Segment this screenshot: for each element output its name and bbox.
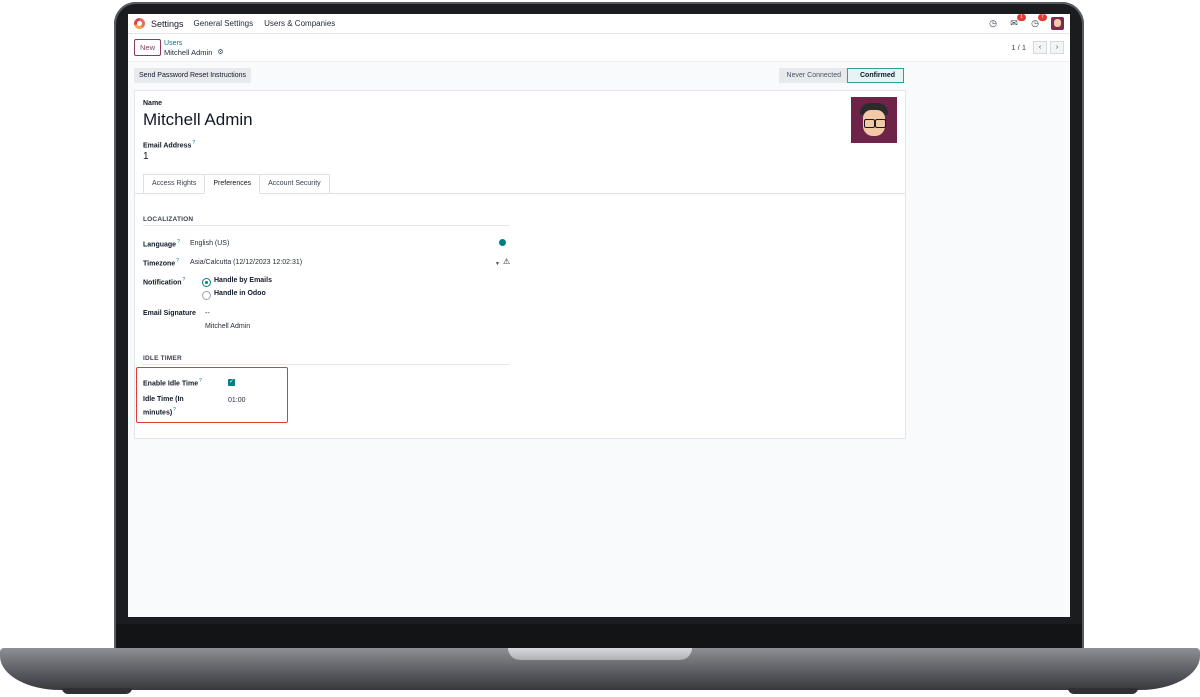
notification-label-text: Notification	[143, 279, 182, 287]
help-icon[interactable]: ?	[173, 407, 176, 413]
tab-account-security[interactable]: Account Security	[259, 174, 330, 193]
email-label: Email Address?	[143, 140, 195, 149]
language-label-text: Language	[143, 241, 177, 249]
email-signature-label: Email Signature	[143, 310, 196, 317]
clock-icon[interactable]: ◷	[988, 18, 998, 29]
menu-users-companies[interactable]: Users & Companies	[264, 19, 335, 28]
option-handle-by-emails[interactable]: Handle by Emails	[214, 277, 272, 284]
tab-access-rights[interactable]: Access Rights	[143, 174, 206, 193]
form-tabs: Access Rights Preferences Account Securi…	[143, 174, 330, 194]
app-name[interactable]: Settings	[151, 19, 184, 29]
enable-idle-time-label: Enable Idle Time?	[143, 378, 202, 387]
email-field[interactable]: 1	[143, 151, 149, 162]
help-icon[interactable]: ?	[176, 258, 179, 264]
stage-confirmed[interactable]: Confirmed	[847, 68, 904, 83]
control-panel: New Users Mitchell Admin ⚙ 1 / 1 ‹ ›	[128, 34, 1070, 62]
language-label: Language?	[143, 239, 180, 248]
email-label-text: Email Address	[143, 142, 192, 150]
top-navbar: Settings General Settings Users & Compan…	[128, 14, 1070, 34]
pager-value[interactable]: 1 / 1	[1011, 43, 1026, 52]
avatar-glasses-right	[875, 119, 886, 128]
gear-icon[interactable]: ⚙	[217, 48, 223, 57]
statusbar: Send Password Reset Instructions Never C…	[134, 68, 904, 83]
enable-idle-time-checkbox[interactable]: ✓	[228, 379, 235, 386]
user-avatar[interactable]	[1051, 17, 1064, 30]
help-icon[interactable]: ?	[192, 140, 195, 146]
signature-line-1[interactable]: --	[205, 310, 210, 317]
activity-badge: 7	[1038, 14, 1047, 21]
tab-preferences[interactable]: Preferences	[204, 174, 261, 194]
globe-icon[interactable]	[499, 239, 506, 246]
localization-title: LOCALIZATION	[143, 216, 194, 223]
idle-time-input[interactable]: 01:00	[228, 397, 246, 404]
name-label: Name	[143, 100, 163, 107]
avatar-glasses-left	[864, 119, 875, 128]
chat-badge: 1	[1017, 14, 1026, 21]
laptop-foot-right	[1068, 688, 1138, 694]
stage-never-connected[interactable]: Never Connected	[778, 68, 849, 83]
chat-icon[interactable]: ✉ 1	[1009, 14, 1026, 29]
app-logo-icon[interactable]	[134, 18, 145, 29]
radio-handle-in-odoo[interactable]	[202, 291, 211, 300]
breadcrumb-current: Mitchell Admin ⚙	[164, 48, 224, 57]
menu-general-settings[interactable]: General Settings	[194, 19, 254, 28]
laptop-foot-left	[62, 688, 132, 694]
activity-icon[interactable]: ◷ 7	[1030, 14, 1047, 29]
idle-timer-divider	[143, 364, 510, 365]
warning-icon: ⚠	[503, 257, 511, 266]
idle-time-label-line2: minutes)?	[143, 407, 176, 416]
help-icon[interactable]: ?	[199, 378, 202, 384]
notification-label: Notification?	[143, 277, 185, 286]
signature-line-2[interactable]: Mitchell Admin	[205, 323, 250, 330]
help-icon[interactable]: ?	[177, 239, 180, 245]
navbar-systray: ◷ ✉ 1 ◷ 7	[988, 14, 1064, 30]
form-sheet: Name Mitchell Admin Email Address? 1 Acc…	[134, 90, 906, 439]
idle-time-label-line1: Idle Time (In	[143, 396, 184, 403]
send-password-reset-button[interactable]: Send Password Reset Instructions	[134, 68, 251, 83]
help-icon[interactable]: ?	[183, 277, 186, 283]
breadcrumb-users-link[interactable]: Users	[164, 39, 224, 48]
laptop-notch	[508, 648, 692, 660]
timezone-label: Timezone?	[143, 258, 179, 267]
timezone-label-text: Timezone	[143, 260, 176, 268]
idle-timer-title: IDLE TIMER	[143, 355, 182, 362]
new-button[interactable]: New	[134, 39, 162, 56]
chevron-down-icon[interactable]: ▼	[495, 261, 500, 267]
timezone-select[interactable]: Asia/Calcutta (12/12/2023 12:02:31)	[190, 259, 302, 266]
breadcrumb: Users Mitchell Admin ⚙	[164, 39, 224, 57]
option-handle-in-odoo[interactable]: Handle in Odoo	[214, 290, 266, 297]
profile-avatar[interactable]	[851, 97, 897, 143]
pager: 1 / 1 ‹ ›	[1011, 41, 1064, 54]
form-view: Send Password Reset Instructions Never C…	[128, 62, 1070, 617]
screen: Settings General Settings Users & Compan…	[128, 14, 1070, 617]
pager-next-button[interactable]: ›	[1050, 41, 1064, 54]
localization-divider	[143, 225, 510, 226]
language-select[interactable]: English (US)	[190, 240, 229, 247]
pager-previous-button[interactable]: ‹	[1033, 41, 1047, 54]
enable-idle-time-label-text: Enable Idle Time	[143, 380, 199, 388]
name-field[interactable]: Mitchell Admin	[143, 110, 253, 130]
breadcrumb-current-label: Mitchell Admin	[164, 47, 213, 57]
radio-handle-by-emails[interactable]	[202, 278, 211, 287]
idle-time-label-line2-text: minutes)	[143, 409, 173, 417]
